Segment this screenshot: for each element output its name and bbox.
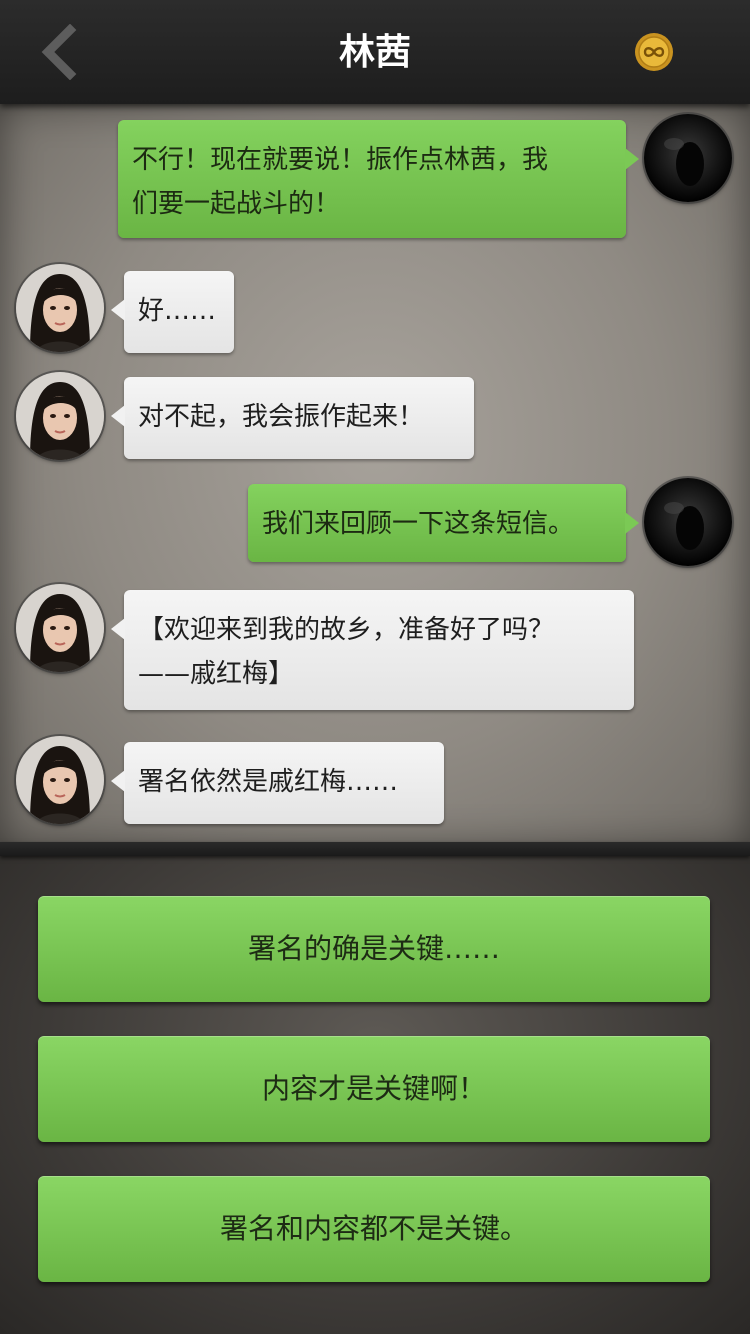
coin-button[interactable] xyxy=(634,32,674,72)
chat-screen: 林茜 不行！现在就要说！振作点林茜，我 们要一起战斗的！ 好…… 对不起，我会振… xyxy=(0,0,750,1334)
message-bubble-them: 【欢迎来到我的故乡，准备好了吗？ ——戚红梅】 xyxy=(111,590,634,710)
contact-avatar xyxy=(16,736,104,824)
choice-button-2[interactable]: 内容才是关键啊！ xyxy=(38,1036,710,1142)
divider xyxy=(0,842,750,856)
back-button[interactable] xyxy=(34,23,84,81)
player-avatar xyxy=(644,114,732,202)
message-bubble-them: 好…… xyxy=(111,271,234,353)
player-avatar-image xyxy=(644,114,732,202)
contact-avatar xyxy=(16,264,104,352)
contact-avatar-image xyxy=(16,584,104,672)
contact-avatar-image xyxy=(16,264,104,352)
choice-panel: 署名的确是关键…… 内容才是关键啊！ 署名和内容都不是关键。 xyxy=(0,856,750,1334)
message-bubble-me: 我们来回顾一下这条短信。 xyxy=(248,484,639,562)
choice-button-3[interactable]: 署名和内容都不是关键。 xyxy=(38,1176,710,1282)
player-avatar-image xyxy=(644,478,732,566)
chevron-left-icon xyxy=(41,23,77,81)
contact-avatar xyxy=(16,372,104,460)
message-bubble-them: 署名依然是戚红梅…… xyxy=(111,742,444,824)
contact-avatar-image xyxy=(16,736,104,824)
choice-button-1[interactable]: 署名的确是关键…… xyxy=(38,896,710,1002)
infinity-coin-icon xyxy=(635,33,673,71)
message-bubble-them: 对不起，我会振作起来！ xyxy=(111,377,474,459)
top-bar: 林茜 xyxy=(0,0,750,104)
contact-avatar-image xyxy=(16,372,104,460)
contact-avatar xyxy=(16,584,104,672)
player-avatar xyxy=(644,478,732,566)
chat-area[interactable]: 不行！现在就要说！振作点林茜，我 们要一起战斗的！ 好…… 对不起，我会振作起来… xyxy=(0,104,750,848)
message-bubble-me: 不行！现在就要说！振作点林茜，我 们要一起战斗的！ xyxy=(118,120,639,238)
